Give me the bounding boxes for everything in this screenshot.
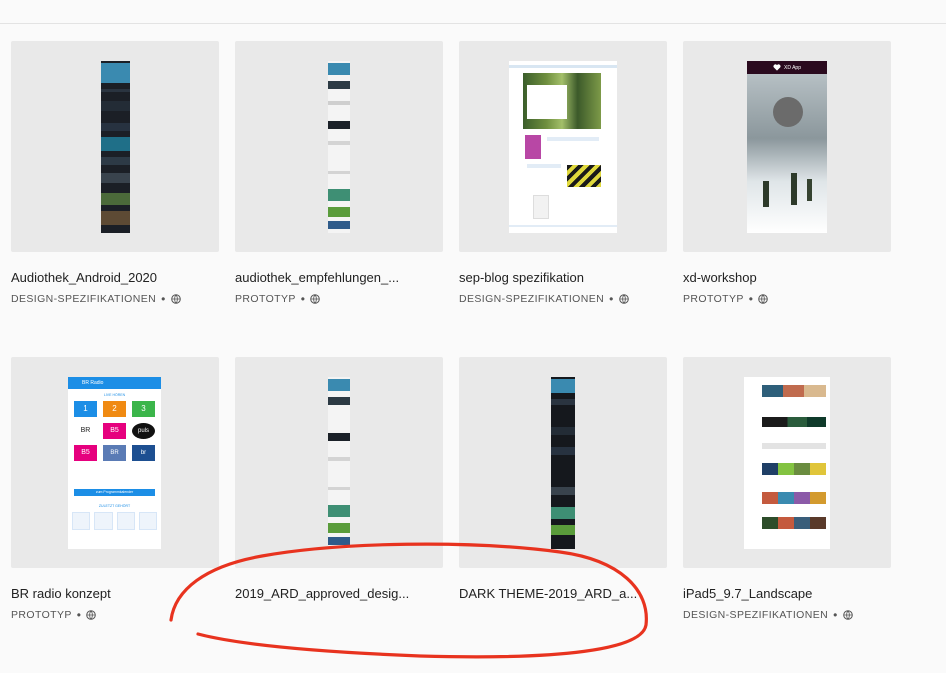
phone-screenshot-light bbox=[328, 61, 350, 233]
station-logo: BR bbox=[74, 423, 97, 439]
station-logo: puls bbox=[132, 423, 155, 439]
station-logo: B5 bbox=[74, 445, 97, 461]
separator-dot: • bbox=[76, 608, 82, 622]
phone-screenshot-light bbox=[328, 377, 350, 549]
document-title[interactable]: iPad5_9.7_Landscape bbox=[683, 586, 812, 601]
station-logo: B5 bbox=[103, 423, 126, 439]
program-calendar-button: zum Programmkalender bbox=[74, 489, 155, 496]
top-toolbar bbox=[0, 0, 946, 24]
station-logo: 1 bbox=[74, 401, 97, 417]
document-thumbnail[interactable] bbox=[683, 357, 891, 568]
section-label: ZULETZT GEHÖRT bbox=[98, 504, 131, 508]
document-meta: PROTOTYP • bbox=[683, 292, 769, 306]
phone-screenshot-dark bbox=[551, 377, 575, 549]
document-meta: PROTOTYP • bbox=[11, 608, 97, 622]
section-label: LIVE HÖREN bbox=[103, 393, 126, 397]
separator-dot: • bbox=[161, 292, 166, 306]
web-page-screenshot bbox=[509, 61, 617, 233]
station-logo: 2 bbox=[103, 401, 126, 417]
document-thumbnail[interactable]: XD App bbox=[683, 41, 891, 252]
document-type: PROTOTYP bbox=[683, 293, 744, 305]
document-type: PROTOTYP bbox=[235, 293, 296, 305]
document-thumbnail[interactable]: BR Radio LIVE HÖREN 1 2 3 BR B5 puls B5 … bbox=[11, 357, 219, 568]
document-title[interactable]: BR radio konzept bbox=[11, 586, 111, 601]
document-thumbnail[interactable] bbox=[459, 357, 667, 568]
globe-icon bbox=[170, 294, 181, 304]
document-title[interactable]: DARK THEME-2019_ARD_a... bbox=[459, 586, 637, 601]
document-type: DESIGN-SPEZIFIKATIONEN bbox=[11, 293, 157, 305]
separator-dot: • bbox=[833, 608, 838, 622]
document-title[interactable]: xd-workshop bbox=[683, 270, 757, 285]
document-title[interactable]: 2019_ARD_approved_desig... bbox=[235, 586, 409, 601]
globe-icon bbox=[758, 294, 769, 304]
separator-dot: • bbox=[748, 292, 754, 306]
phone-screenshot-dark bbox=[101, 61, 130, 233]
document-thumbnail[interactable] bbox=[235, 41, 443, 252]
document-title[interactable]: sep-blog spezifikation bbox=[459, 270, 584, 285]
station-logo: br bbox=[132, 445, 155, 461]
heart-icon bbox=[773, 64, 781, 71]
globe-icon bbox=[618, 294, 629, 304]
document-title[interactable]: audiothek_empfehlungen_... bbox=[235, 270, 399, 285]
document-meta: DESIGN-SPEZIFIKATIONEN • bbox=[683, 608, 853, 622]
avatar bbox=[773, 97, 803, 127]
document-type: DESIGN-SPEZIFIKATIONEN bbox=[459, 293, 605, 305]
document-title[interactable]: Audiothek_Android_2020 bbox=[11, 270, 157, 285]
document-thumbnail[interactable] bbox=[235, 357, 443, 568]
document-meta: DESIGN-SPEZIFIKATIONEN • bbox=[11, 292, 181, 306]
mobile-app-screenshot: XD App bbox=[747, 61, 827, 233]
document-type: DESIGN-SPEZIFIKATIONEN bbox=[683, 609, 829, 621]
mobile-app-screenshot: BR Radio LIVE HÖREN 1 2 3 BR B5 puls B5 … bbox=[68, 377, 161, 549]
globe-icon bbox=[86, 610, 97, 620]
app-title: XD App bbox=[784, 64, 801, 71]
station-logo: 3 bbox=[132, 401, 155, 417]
tablet-screenshot bbox=[744, 377, 830, 549]
document-meta: DESIGN-SPEZIFIKATIONEN • bbox=[459, 292, 629, 306]
app-header-title: BR Radio bbox=[82, 380, 104, 386]
separator-dot: • bbox=[609, 292, 614, 306]
document-thumbnail[interactable] bbox=[459, 41, 667, 252]
document-meta: PROTOTYP • bbox=[235, 292, 321, 306]
globe-icon bbox=[310, 294, 321, 304]
document-thumbnail[interactable] bbox=[11, 41, 219, 252]
separator-dot: • bbox=[300, 292, 306, 306]
station-logo: BR bbox=[103, 445, 126, 461]
globe-icon bbox=[842, 610, 853, 620]
document-type: PROTOTYP bbox=[11, 609, 72, 621]
